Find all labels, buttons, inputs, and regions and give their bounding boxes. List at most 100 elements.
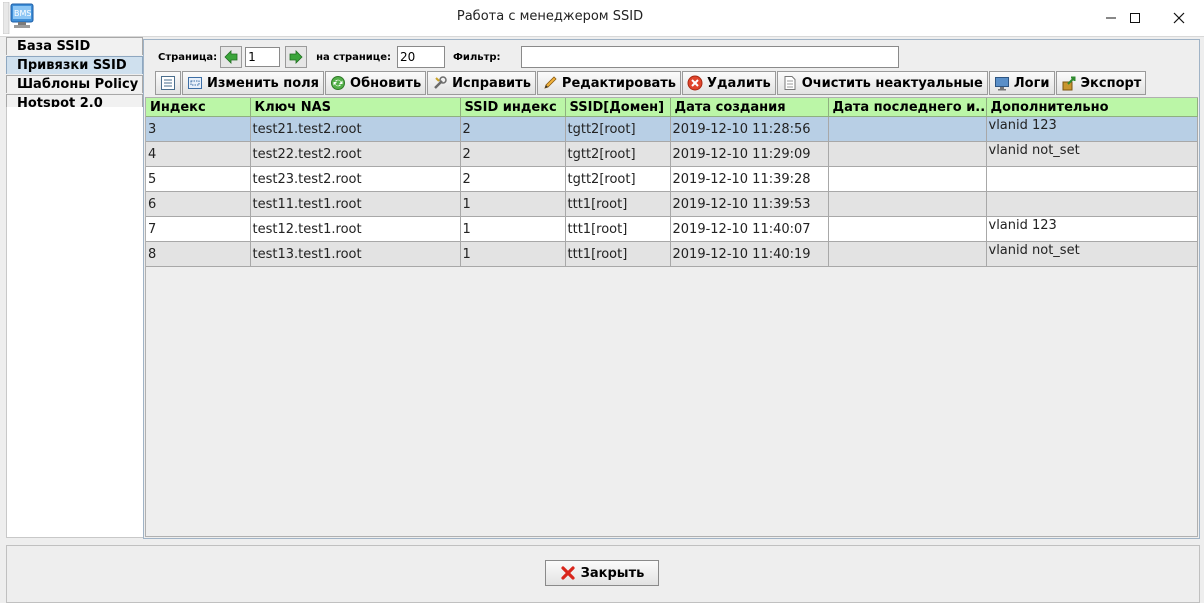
cell-ssid-index: 1 — [460, 241, 566, 267]
cell-extra: vlanid not_set — [986, 241, 1198, 267]
cell-index: 5 — [146, 166, 251, 192]
edit-label: Редактировать — [561, 75, 676, 91]
column-header-ssid-index[interactable]: SSID индекс — [460, 98, 566, 117]
cell-last-change — [828, 141, 987, 167]
table-row[interactable]: 4 test22.test2.root 2 tgtt2[root] 2019-1… — [146, 141, 1198, 167]
export-button[interactable]: Экспорт — [1055, 71, 1147, 95]
edit-button[interactable]: Редактировать — [536, 71, 681, 95]
clear-stale-label: Очистить неактуальные — [801, 75, 983, 91]
edit-fields-button[interactable]: Изменить поля — [182, 71, 325, 95]
monitor-icon — [994, 75, 1010, 91]
table-header-row: Индекс Ключ NAS SSID индекс SSID[Домен] … — [146, 98, 1198, 117]
close-x-icon — [560, 565, 576, 581]
document-icon — [782, 75, 798, 91]
cell-created: 2019-12-10 11:28:56 — [670, 116, 829, 142]
refresh-button[interactable]: Обновить — [325, 71, 427, 95]
cell-ssid-domain: ttt1[root] — [565, 216, 671, 242]
columns-button[interactable] — [155, 71, 181, 95]
cell-index: 7 — [146, 216, 251, 242]
logs-label: Логи — [1013, 75, 1050, 91]
cell-extra — [986, 191, 1198, 217]
delete-icon — [687, 75, 703, 91]
cell-extra — [986, 166, 1198, 192]
cell-nas-key: test12.test1.root — [250, 216, 461, 242]
page-label: Страница: — [158, 51, 218, 63]
cell-last-change — [828, 166, 987, 192]
cell-ssid-index: 2 — [460, 166, 566, 192]
cell-created: 2019-12-10 11:39:28 — [670, 166, 829, 192]
column-header-last-change[interactable]: Дата последнего и... — [828, 98, 987, 117]
columns-icon — [160, 75, 176, 91]
fix-button[interactable]: Исправить — [427, 71, 536, 95]
logs-button[interactable]: Логи — [988, 71, 1055, 95]
table-row[interactable]: 6 test11.test1.root 1 ttt1[root] 2019-12… — [146, 191, 1198, 217]
table-row[interactable]: 5 test23.test2.root 2 tgtt2[root] 2019-1… — [146, 166, 1198, 192]
cell-last-change — [828, 191, 987, 217]
per-page-input[interactable] — [397, 46, 446, 68]
cell-extra: vlanid 123 — [986, 116, 1198, 142]
title-bar: BMS Работа с менеджером SSID — [0, 0, 1204, 36]
tab-ssid-bindings[interactable]: Привязки SSID — [6, 56, 143, 74]
cell-ssid-domain: tgtt2[root] — [565, 141, 671, 167]
page-number-input[interactable] — [245, 47, 281, 67]
bottom-panel: Закрыть — [6, 545, 1200, 603]
cell-index: 8 — [146, 241, 251, 267]
cell-ssid-index: 1 — [460, 191, 566, 217]
delete-button[interactable]: Удалить — [682, 71, 776, 95]
ssid-bindings-table-container: Индекс Ключ NAS SSID индекс SSID[Домен] … — [145, 97, 1198, 537]
tab-label: Шаблоны Policy — [17, 77, 139, 92]
column-header-nas-key[interactable]: Ключ NAS — [250, 98, 461, 117]
maximize-icon — [1130, 13, 1140, 23]
column-header-index[interactable]: Индекс — [146, 98, 251, 117]
cell-extra: vlanid not_set — [986, 141, 1198, 167]
cell-last-change — [828, 116, 987, 142]
tab-label: Привязки SSID — [17, 58, 127, 73]
clear-stale-button[interactable]: Очистить неактуальные — [776, 71, 988, 95]
column-header-ssid-domain[interactable]: SSID[Домен] — [565, 98, 671, 117]
cell-created: 2019-12-10 11:29:09 — [670, 141, 829, 167]
column-header-created[interactable]: Дата создания — [670, 98, 829, 117]
prev-page-button[interactable] — [220, 46, 243, 68]
maximize-button[interactable] — [1112, 0, 1158, 36]
cell-nas-key: test23.test2.root — [250, 166, 461, 192]
left-panel-area — [6, 107, 145, 538]
cell-ssid-domain: tgtt2[root] — [565, 116, 671, 142]
table-row[interactable]: 3 test21.test2.root 2 tgtt2[root] 2019-1… — [146, 116, 1198, 142]
main-panel: Страница: на странице: Фильтр: — [143, 39, 1200, 539]
cell-nas-key: test21.test2.root — [250, 116, 461, 142]
edit-fields-label: Изменить поля — [207, 75, 320, 91]
fix-label: Исправить — [452, 75, 531, 91]
filter-input[interactable] — [520, 46, 899, 68]
cell-created: 2019-12-10 11:40:07 — [670, 216, 829, 242]
fields-icon — [187, 75, 203, 91]
cell-index: 4 — [146, 141, 251, 167]
cell-last-change — [828, 216, 987, 242]
window-content: База SSID Привязки SSID Шаблоны Policy H… — [0, 36, 1204, 603]
table-row[interactable]: 7 test12.test1.root 1 ttt1[root] 2019-12… — [146, 216, 1198, 242]
cell-created: 2019-12-10 11:39:53 — [670, 191, 829, 217]
tab-policy-templates[interactable]: Шаблоны Policy — [6, 75, 143, 93]
left-tab-list: База SSID Привязки SSID Шаблоны Policy H… — [6, 37, 143, 114]
cell-ssid-domain: ttt1[root] — [565, 241, 671, 267]
cell-last-change — [828, 241, 987, 267]
table-row[interactable]: 8 test13.test1.root 1 ttt1[root] 2019-12… — [146, 241, 1198, 267]
tab-label: База SSID — [17, 39, 91, 54]
window-title: Работа с менеджером SSID — [456, 9, 644, 24]
toolbar: Изменить поля Обновить Исправить Редакти… — [155, 71, 1147, 95]
pager-row: Страница: на странице: Фильтр: — [158, 46, 899, 68]
cell-nas-key: test11.test1.root — [250, 191, 461, 217]
export-label: Экспорт — [1080, 75, 1142, 91]
close-button[interactable]: Закрыть — [545, 560, 659, 586]
ssid-bindings-table: Индекс Ключ NAS SSID индекс SSID[Домен] … — [146, 98, 1198, 267]
per-page-label: на странице: — [316, 51, 392, 63]
cell-ssid-index: 2 — [460, 116, 566, 142]
next-page-button[interactable] — [285, 46, 308, 68]
cell-ssid-index: 2 — [460, 141, 566, 167]
tab-ssid-base[interactable]: База SSID — [6, 37, 143, 55]
column-header-extra[interactable]: Дополнительно — [986, 98, 1198, 117]
cell-ssid-index: 1 — [460, 216, 566, 242]
cell-nas-key: test13.test1.root — [250, 241, 461, 267]
cell-index: 3 — [146, 116, 251, 142]
close-window-button[interactable] — [1156, 0, 1202, 36]
refresh-icon — [330, 75, 346, 91]
